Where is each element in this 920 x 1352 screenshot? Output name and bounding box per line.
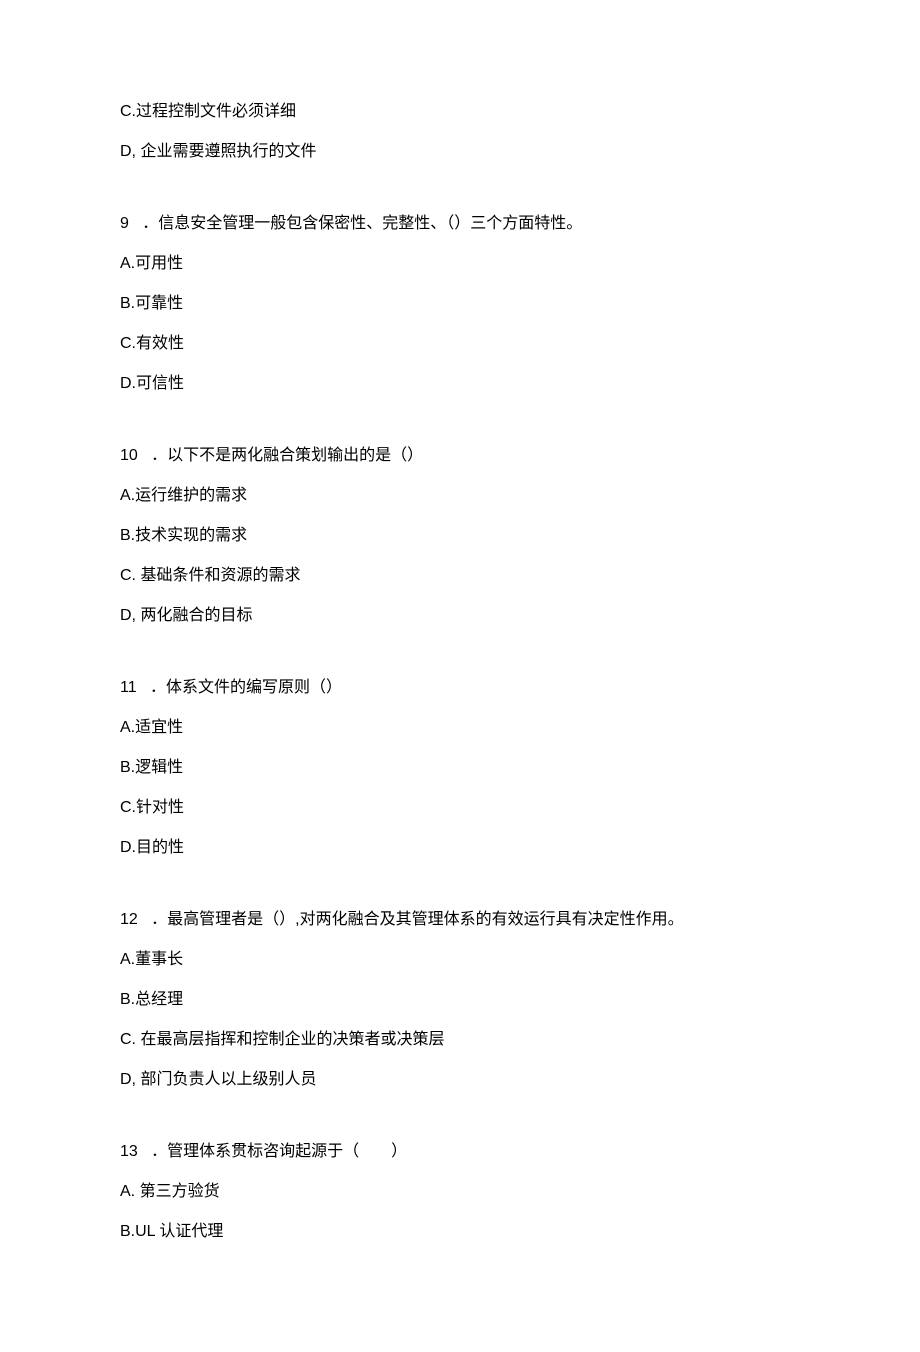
option-text: 有效性 [136, 335, 184, 352]
option-label: D. [120, 839, 136, 856]
question-number: 11 [120, 676, 137, 700]
option-item: B.UL 认证代理 [120, 1220, 800, 1244]
option-label: A. [120, 487, 135, 504]
option-item: C. 基础条件和资源的需求 [120, 564, 800, 588]
option-text: 企业需要遵照执行的文件 [140, 143, 316, 160]
option-item: A.可用性 [120, 252, 800, 276]
option-text: 可用性 [135, 255, 183, 272]
option-text: 技术实现的需求 [135, 527, 247, 544]
option-label: A. [120, 719, 135, 736]
option-label: B. [120, 527, 135, 544]
option-text: 过程控制文件必须详细 [136, 103, 296, 120]
option-text: 董事长 [135, 951, 183, 968]
question-number: 13 [120, 1140, 138, 1164]
option-item: A. 第三方验货 [120, 1180, 800, 1204]
option-label: D. [120, 375, 136, 392]
question-number: 9 [120, 212, 129, 236]
option-label: C. [120, 799, 136, 816]
option-label: A. [120, 951, 135, 968]
option-text: 适宜性 [135, 719, 183, 736]
option-item: A.董事长 [120, 948, 800, 972]
option-item: A.运行维护的需求 [120, 484, 800, 508]
option-item: D.目的性 [120, 836, 800, 860]
option-text: 部门负责人以上级别人员 [140, 1071, 316, 1088]
question-block-9: 9 ．信息安全管理一般包含保密性、完整性、（）三个方面特性。 A.可用性 B.可… [120, 212, 800, 396]
option-text: 逻辑性 [135, 759, 183, 776]
question-line: 9 ．信息安全管理一般包含保密性、完整性、（）三个方面特性。 [120, 212, 800, 236]
option-label: C. [120, 567, 136, 584]
option-text: 针对性 [136, 799, 184, 816]
question-text: 体系文件的编写原则（） [166, 679, 342, 696]
option-text: 可信性 [136, 375, 184, 392]
option-item: C.针对性 [120, 796, 800, 820]
option-item: D, 部门负责人以上级别人员 [120, 1068, 800, 1092]
question-line: 13 ．管理体系贯标咨询起源于（ ） [120, 1140, 800, 1164]
option-text: UL 认证代理 [135, 1223, 223, 1240]
option-label: B. [120, 991, 135, 1008]
question-line: 12 ．最高管理者是（）,对两化融合及其管理体系的有效运行具有决定性作用。 [120, 908, 800, 932]
option-label: C. [120, 1031, 136, 1048]
question-block-12: 12 ．最高管理者是（）,对两化融合及其管理体系的有效运行具有决定性作用。 A.… [120, 908, 800, 1092]
option-item: D, 两化融合的目标 [120, 604, 800, 628]
option-text: 总经理 [135, 991, 183, 1008]
question-block-13: 13 ．管理体系贯标咨询起源于（ ） A. 第三方验货 B.UL 认证代理 [120, 1140, 800, 1244]
question-separator: ． [142, 215, 158, 232]
option-text: 可靠性 [135, 295, 183, 312]
option-item: B.逻辑性 [120, 756, 800, 780]
option-label: B. [120, 759, 135, 776]
option-item: B.可靠性 [120, 292, 800, 316]
option-item: C.过程控制文件必须详细 [120, 100, 800, 124]
question-block-11: 11 ．体系文件的编写原则（） A.适宜性 B.逻辑性 C.针对性 D.目的性 [120, 676, 800, 860]
option-item: C. 在最高层指挥和控制企业的决策者或决策层 [120, 1028, 800, 1052]
question-number: 10 [120, 444, 138, 468]
option-item: B.总经理 [120, 988, 800, 1012]
question-separator: ． [151, 447, 167, 464]
option-label: C. [120, 103, 136, 120]
option-text: 在最高层指挥和控制企业的决策者或决策层 [140, 1031, 444, 1048]
question-text: 信息安全管理一般包含保密性、完整性、（）三个方面特性。 [158, 215, 582, 232]
option-label: A. [120, 255, 135, 272]
option-item: C.有效性 [120, 332, 800, 356]
question-text: 管理体系贯标咨询起源于（ ） [167, 1143, 407, 1160]
option-text: 第三方验货 [140, 1183, 220, 1200]
option-label: A. [120, 1183, 135, 1200]
option-text: 基础条件和资源的需求 [140, 567, 300, 584]
question-block-10: 10 ．以下不是两化融合策划输出的是（） A.运行维护的需求 B.技术实现的需求… [120, 444, 800, 628]
leading-options-block: C.过程控制文件必须详细 D, 企业需要遵照执行的文件 [120, 100, 800, 164]
option-item: A.适宜性 [120, 716, 800, 740]
option-label: D, [120, 143, 136, 160]
option-label: C. [120, 335, 136, 352]
question-separator: ． [151, 1143, 167, 1160]
option-item: D.可信性 [120, 372, 800, 396]
option-text: 两化融合的目标 [140, 607, 252, 624]
option-label: B. [120, 295, 135, 312]
question-separator: ． [151, 911, 167, 928]
question-line: 10 ．以下不是两化融合策划输出的是（） [120, 444, 800, 468]
option-label: B. [120, 1223, 135, 1240]
question-line: 11 ．体系文件的编写原则（） [120, 676, 800, 700]
question-text: 以下不是两化融合策划输出的是（） [167, 447, 423, 464]
option-text: 目的性 [136, 839, 184, 856]
question-number: 12 [120, 908, 138, 932]
option-text: 运行维护的需求 [135, 487, 247, 504]
question-separator: ． [150, 679, 166, 696]
option-label: D, [120, 1071, 136, 1088]
option-item: B.技术实现的需求 [120, 524, 800, 548]
option-item: D, 企业需要遵照执行的文件 [120, 140, 800, 164]
question-text: 最高管理者是（）,对两化融合及其管理体系的有效运行具有决定性作用。 [167, 911, 683, 928]
option-label: D, [120, 607, 136, 624]
